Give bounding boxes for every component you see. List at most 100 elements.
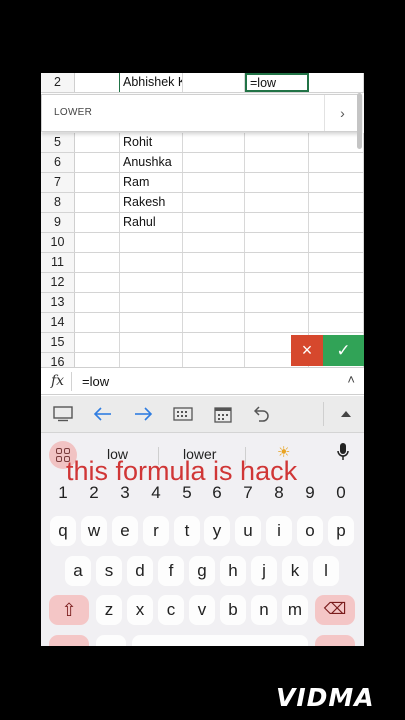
apps-grid-icon[interactable]: [49, 441, 77, 469]
key-f[interactable]: f: [158, 556, 184, 586]
cell[interactable]: [309, 133, 364, 152]
cell[interactable]: [183, 293, 245, 312]
suggestion-low[interactable]: low: [107, 446, 128, 462]
cell[interactable]: [245, 233, 309, 252]
cell[interactable]: [120, 313, 183, 332]
cell[interactable]: [245, 193, 309, 212]
key-w[interactable]: w: [81, 516, 107, 546]
cell[interactable]: Rohit: [120, 133, 183, 152]
cell[interactable]: Ram: [120, 173, 183, 192]
key-4[interactable]: 4: [143, 478, 169, 508]
cell[interactable]: [245, 293, 309, 312]
keyboard-icon[interactable]: [50, 401, 76, 427]
shift-key[interactable]: ⇧: [49, 595, 89, 625]
confirm-button[interactable]: ✓: [323, 335, 364, 366]
cell[interactable]: [245, 213, 309, 232]
cell[interactable]: [309, 313, 364, 332]
expand-up-icon[interactable]: [333, 401, 359, 427]
arrow-right-icon[interactable]: [130, 401, 156, 427]
key-n[interactable]: n: [251, 595, 277, 625]
cell[interactable]: [120, 233, 183, 252]
row-header[interactable]: 9: [41, 213, 75, 232]
cell[interactable]: [245, 133, 309, 152]
key-3[interactable]: 3: [112, 478, 138, 508]
key-m[interactable]: m: [282, 595, 308, 625]
key-c[interactable]: c: [158, 595, 184, 625]
cell[interactable]: [120, 293, 183, 312]
key-a[interactable]: a: [65, 556, 91, 586]
active-cell[interactable]: =low: [245, 73, 309, 92]
row-header[interactable]: 8: [41, 193, 75, 212]
cell[interactable]: [183, 173, 245, 192]
key-6[interactable]: 6: [204, 478, 230, 508]
numeric-keyboard-icon[interactable]: [170, 401, 196, 427]
cell[interactable]: [309, 73, 364, 92]
cell[interactable]: Anushka: [120, 153, 183, 172]
cell[interactable]: Rahul: [120, 213, 183, 232]
key-b[interactable]: b: [220, 595, 246, 625]
cell[interactable]: [245, 173, 309, 192]
key-x[interactable]: x: [127, 595, 153, 625]
key-p[interactable]: p: [328, 516, 354, 546]
row-header[interactable]: 10: [41, 233, 75, 252]
row-header[interactable]: 2: [41, 73, 75, 92]
formula-input[interactable]: =low: [82, 374, 109, 389]
key-r[interactable]: r: [143, 516, 169, 546]
key-z[interactable]: z: [96, 595, 122, 625]
key-u[interactable]: u: [235, 516, 261, 546]
cell[interactable]: [309, 273, 364, 292]
cell[interactable]: [75, 233, 120, 252]
undo-icon[interactable]: [248, 401, 274, 427]
key-j[interactable]: j: [251, 556, 277, 586]
cell[interactable]: [245, 153, 309, 172]
key-0[interactable]: 0: [328, 478, 354, 508]
formula-autocomplete[interactable]: LOWER ›: [41, 94, 361, 132]
cell[interactable]: [120, 253, 183, 272]
key-o[interactable]: o: [297, 516, 323, 546]
cell[interactable]: [75, 273, 120, 292]
key-v[interactable]: v: [189, 595, 215, 625]
key-1[interactable]: 1: [50, 478, 76, 508]
key-2[interactable]: 2: [81, 478, 107, 508]
cell[interactable]: [120, 273, 183, 292]
cell[interactable]: [183, 133, 245, 152]
key-5[interactable]: 5: [174, 478, 200, 508]
key-s[interactable]: s: [96, 556, 122, 586]
cell[interactable]: [183, 73, 245, 92]
cell[interactable]: [183, 153, 245, 172]
row-header[interactable]: 14: [41, 313, 75, 332]
cell[interactable]: [183, 193, 245, 212]
chevron-up-icon[interactable]: ˄: [347, 372, 355, 387]
row-header[interactable]: 12: [41, 273, 75, 292]
formula-bar[interactable]: fx =low ˄: [41, 367, 364, 395]
cell[interactable]: [245, 273, 309, 292]
emoji-key[interactable]: [96, 635, 126, 646]
cell[interactable]: [309, 253, 364, 272]
cell[interactable]: [75, 293, 120, 312]
row-header[interactable]: 7: [41, 173, 75, 192]
key-l[interactable]: l: [313, 556, 339, 586]
enter-key[interactable]: [315, 635, 355, 646]
cell[interactable]: [309, 193, 364, 212]
key-7[interactable]: 7: [235, 478, 261, 508]
cell[interactable]: [120, 333, 183, 352]
cell[interactable]: [183, 213, 245, 232]
row-header[interactable]: 6: [41, 153, 75, 172]
cell[interactable]: Abhishek Kumar: [120, 73, 183, 92]
cell[interactable]: [309, 173, 364, 192]
sun-emoji-icon[interactable]: ☀: [277, 443, 290, 461]
cell[interactable]: [309, 213, 364, 232]
arrow-left-icon[interactable]: [90, 401, 116, 427]
calendar-icon[interactable]: [210, 401, 236, 427]
microphone-icon[interactable]: [330, 442, 356, 468]
backspace-key[interactable]: ⌫: [315, 595, 355, 625]
key-t[interactable]: t: [174, 516, 200, 546]
cell[interactable]: [245, 253, 309, 272]
cell[interactable]: Rakesh: [120, 193, 183, 212]
cell[interactable]: [309, 233, 364, 252]
key-h[interactable]: h: [220, 556, 246, 586]
cell[interactable]: [183, 233, 245, 252]
chevron-right-icon[interactable]: ›: [324, 95, 360, 131]
cell[interactable]: [75, 333, 120, 352]
cell[interactable]: [183, 253, 245, 272]
